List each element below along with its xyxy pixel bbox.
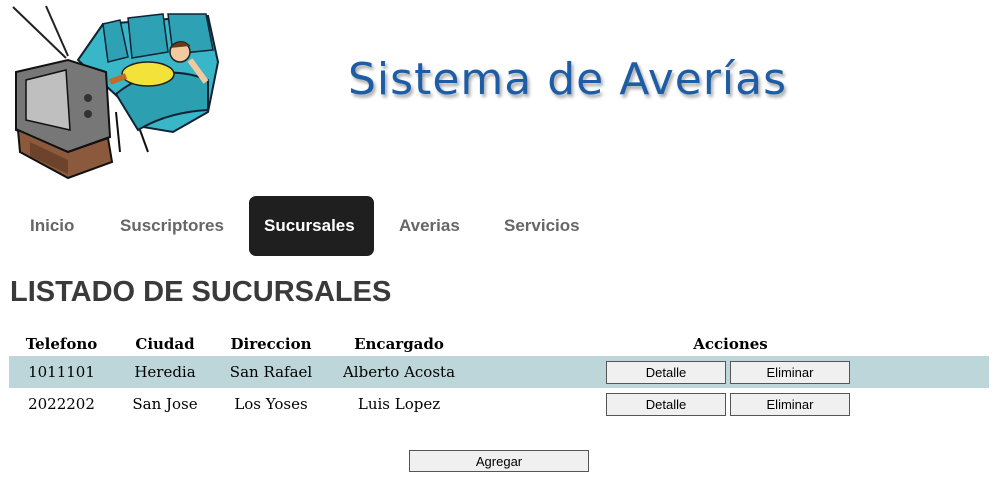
detalle-button[interactable]: Detalle	[606, 360, 726, 384]
cell-telefono: 2022202	[28, 395, 95, 413]
cell-encargado: Luis Lopez	[357, 395, 441, 413]
cell-direccion: San Rafael	[216, 356, 326, 388]
nav-item-servicios[interactable]: Servicios	[484, 196, 604, 256]
cell-acciones: Detalle Eliminar	[472, 356, 989, 388]
cell-acciones: Detalle Eliminar	[472, 388, 989, 420]
cell-telefono: 1011101	[9, 356, 114, 388]
eliminar-button[interactable]: Eliminar	[730, 360, 850, 384]
page-heading: LISTADO DE SUCURSALES	[10, 276, 392, 308]
couch-potato-logo	[8, 2, 220, 180]
col-header-acciones: Acciones	[693, 335, 768, 353]
nav-item-inicio[interactable]: Inicio	[10, 196, 85, 256]
col-header-encargado: Encargado	[354, 335, 444, 353]
eliminar-button[interactable]: Eliminar	[730, 392, 850, 416]
agregar-button[interactable]: Agregar	[409, 450, 589, 472]
table-header-row: Telefono Ciudad Direccion Encargado Acci…	[9, 332, 989, 356]
table-row: 1011101 Heredia San Rafael Alberto Acost…	[9, 356, 989, 388]
col-header-ciudad: Ciudad	[135, 335, 195, 353]
table-row: 2022202 San Jose Los Yoses Luis Lopez De…	[9, 388, 989, 420]
cell-encargado: Alberto Acosta	[326, 356, 472, 388]
nav-item-sucursales[interactable]: Sucursales	[249, 196, 374, 256]
col-header-telefono: Telefono	[25, 335, 98, 353]
cell-ciudad: San Jose	[132, 395, 198, 413]
col-header-direccion: Direccion	[230, 335, 312, 353]
main-nav: Inicio Suscriptores Sucursales Averias S…	[10, 196, 604, 256]
site-title: Sistema de Averías	[348, 54, 788, 105]
cell-direccion: Los Yoses	[234, 395, 308, 413]
nav-item-suscriptores[interactable]: Suscriptores	[100, 196, 235, 256]
sucursales-table: Telefono Ciudad Direccion Encargado Acci…	[9, 332, 989, 420]
detalle-button[interactable]: Detalle	[606, 392, 726, 416]
cell-ciudad: Heredia	[114, 356, 216, 388]
nav-item-averias[interactable]: Averias	[374, 196, 484, 256]
